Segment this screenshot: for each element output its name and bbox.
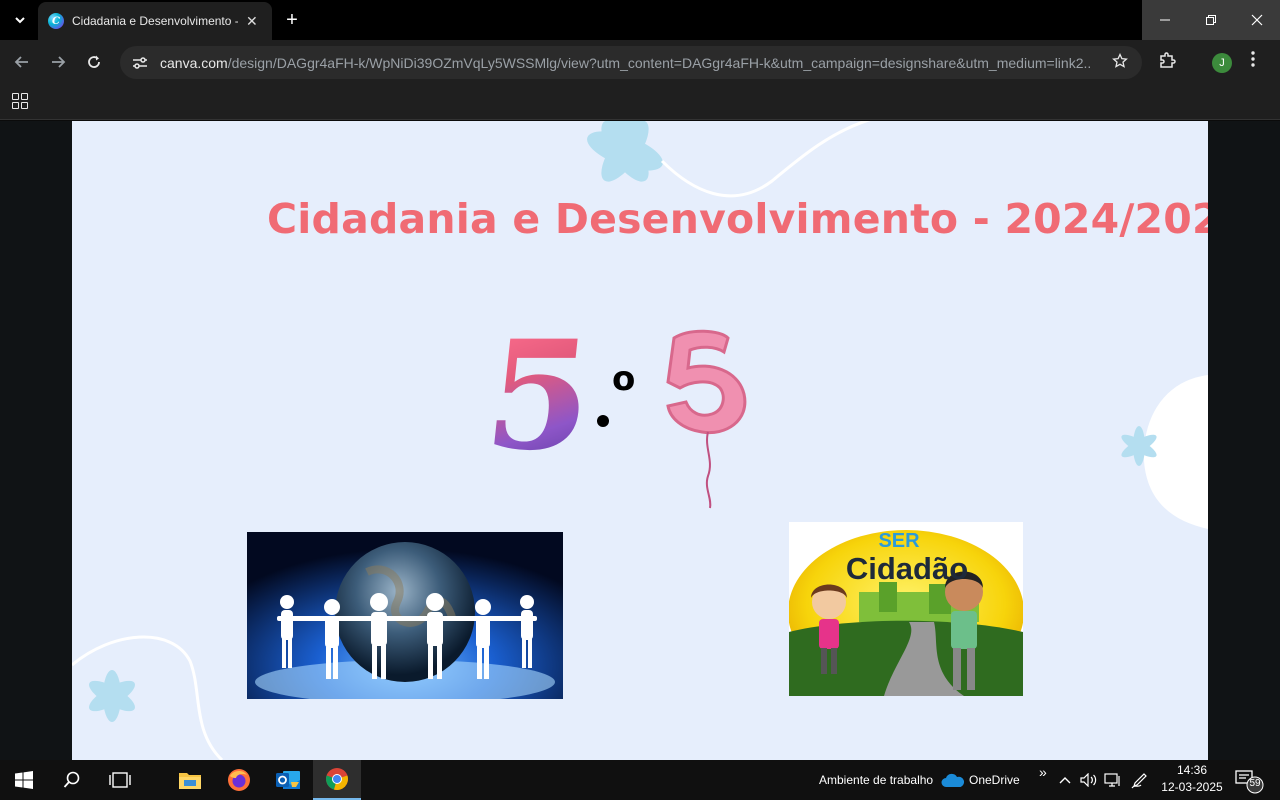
back-button[interactable] — [10, 50, 34, 74]
url-path: /design/DAGgr4aFH-k/WpNiDi39OZmVqLy5WSSM… — [227, 54, 1090, 71]
grade-number: 5 — [477, 308, 601, 484]
tray-desktop-label[interactable]: Ambiente de trabalho — [819, 760, 933, 800]
toolbar-overflow-chevron-icon[interactable]: » — [1039, 752, 1047, 792]
task-view-icon — [109, 772, 131, 788]
globe-people-image — [247, 532, 563, 699]
ser-cidadao-image: SER Cidadão — [789, 522, 1023, 696]
volume-icon[interactable] — [1080, 760, 1098, 800]
taskbar-app-chrome[interactable] — [313, 760, 361, 800]
slide-title: Cidadania e Desenvolvimento - 2024/2025 — [267, 195, 1208, 243]
windows-taskbar: Ambiente de trabalho OneDrive » — [0, 760, 1280, 800]
taskbar-app-file-explorer[interactable] — [166, 760, 214, 800]
minimize-icon — [1160, 19, 1170, 21]
reload-button[interactable] — [82, 50, 106, 74]
url-text[interactable]: canva.com/design/DAGgr4aFH-k/WpNiDi39OZm… — [160, 55, 1090, 71]
tray-onedrive-label[interactable]: OneDrive — [969, 760, 1020, 800]
forward-button[interactable] — [46, 50, 70, 74]
asterisk-top-icon — [587, 121, 663, 182]
arrow-right-icon — [52, 56, 66, 68]
pen-input-icon[interactable] — [1130, 760, 1150, 800]
taskbar-app-firefox[interactable] — [215, 760, 263, 800]
arrow-left-icon — [14, 56, 28, 68]
clock-date: 12-03-2025 — [1161, 780, 1223, 794]
browser-tab-active[interactable]: C Cidadania e Desenvolvimento - ✕ — [38, 2, 272, 40]
folder-icon — [179, 773, 201, 789]
restore-icon — [1206, 15, 1216, 25]
window-minimize-button[interactable] — [1142, 0, 1188, 40]
ser-text: SER — [878, 530, 920, 552]
window-close-button[interactable] — [1234, 0, 1280, 40]
chevron-down-icon — [15, 17, 25, 24]
grade-dot — [597, 415, 609, 427]
firefox-icon — [228, 769, 250, 791]
kebab-menu-icon[interactable] — [1250, 50, 1256, 73]
onedrive-cloud-icon[interactable] — [940, 760, 966, 800]
grade-ordinal: o — [612, 359, 636, 399]
windows-logo-icon — [15, 771, 33, 789]
profile-avatar[interactable]: J — [1212, 53, 1232, 73]
bookmarks-bar — [0, 85, 1280, 120]
balloon-five-icon: 5 — [666, 329, 747, 509]
tab-close-icon[interactable]: ✕ — [246, 13, 258, 30]
system-clock[interactable]: 14:36 12-03-2025 — [1160, 762, 1224, 796]
tab-title: Cidadania e Desenvolvimento - — [72, 14, 238, 28]
taskbar-search-button[interactable] — [48, 760, 96, 800]
reload-icon — [88, 55, 100, 68]
browser-toolbar: canva.com/design/DAGgr4aFH-k/WpNiDi39OZm… — [0, 40, 1280, 85]
close-icon — [1251, 14, 1263, 26]
taskbar-app-outlook[interactable] — [264, 760, 312, 800]
notification-count: 59 — [1249, 778, 1261, 789]
search-icon — [63, 771, 80, 788]
outlook-icon — [276, 771, 300, 789]
asterisk-bottom-icon — [89, 670, 135, 722]
chrome-icon — [326, 768, 348, 791]
clock-time: 14:36 — [1176, 763, 1208, 777]
site-settings-icon[interactable] — [132, 55, 148, 71]
squiggle-line-top — [660, 121, 871, 198]
window-restore-button[interactable] — [1188, 0, 1234, 40]
chevron-up-icon[interactable] — [1058, 760, 1072, 800]
cidadao-text: Cidadão — [846, 551, 968, 586]
notification-center-button[interactable]: 59 — [1234, 768, 1264, 794]
extensions-puzzle-icon[interactable] — [1158, 51, 1176, 74]
new-tab-button[interactable]: + — [280, 8, 304, 32]
address-bar[interactable]: canva.com/design/DAGgr4aFH-k/WpNiDi39OZm… — [120, 46, 1142, 79]
tab-search-button[interactable] — [8, 8, 32, 32]
canva-favicon-icon: C — [48, 13, 64, 29]
tab-strip: C Cidadania e Desenvolvimento - ✕ + — [0, 0, 1280, 40]
page-viewport: Cidadania e Desenvolvimento - 2024/2025 … — [0, 121, 1280, 760]
bookmark-star-icon[interactable] — [1112, 52, 1128, 74]
apps-grid-icon[interactable] — [12, 93, 28, 109]
task-view-button[interactable] — [96, 760, 144, 800]
network-icon[interactable] — [1104, 760, 1122, 800]
presentation-slide: Cidadania e Desenvolvimento - 2024/2025 … — [72, 121, 1208, 760]
url-host: canva.com — [160, 54, 228, 71]
start-button[interactable] — [0, 760, 48, 800]
